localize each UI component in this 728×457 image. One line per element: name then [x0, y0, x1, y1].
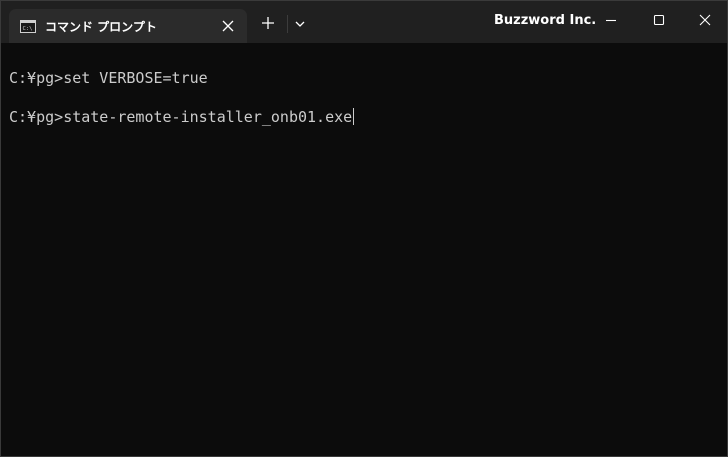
command-text: state-remote-installer_onb01.exe — [63, 108, 353, 126]
tab-divider — [287, 15, 288, 33]
app-title: Buzzword Inc. — [494, 13, 597, 28]
plus-icon[interactable] — [261, 16, 275, 30]
command-text: set VERBOSE=true — [63, 69, 208, 87]
close-icon[interactable] — [698, 13, 712, 27]
tab-close-icon[interactable] — [221, 19, 235, 33]
svg-text:C:\: C:\ — [23, 26, 33, 32]
minimize-icon[interactable] — [604, 13, 618, 27]
maximize-icon[interactable] — [652, 13, 666, 27]
text-cursor — [353, 108, 355, 125]
tab-command-prompt[interactable]: C:\ コマンド プロンプト — [9, 9, 247, 43]
prompt: C:¥pg> — [9, 69, 64, 87]
terminal-output[interactable]: C:¥pg>set VERBOSE=true C:¥pg>state-remot… — [1, 43, 727, 456]
cmd-icon: C:\ — [20, 20, 36, 33]
terminal-window: C:\ コマンド プロンプト Buzzword Inc. C:¥pg>set V… — [0, 0, 728, 457]
tab-label: コマンド プロンプト — [45, 20, 157, 34]
title-bar[interactable]: C:\ コマンド プロンプト Buzzword Inc. — [1, 1, 727, 43]
chevron-down-icon[interactable] — [294, 18, 306, 30]
terminal-line: C:¥pg>set VERBOSE=true — [9, 69, 208, 87]
prompt: C:¥pg> — [9, 108, 64, 126]
terminal-line: C:¥pg>state-remote-installer_onb01.exe — [9, 108, 355, 126]
